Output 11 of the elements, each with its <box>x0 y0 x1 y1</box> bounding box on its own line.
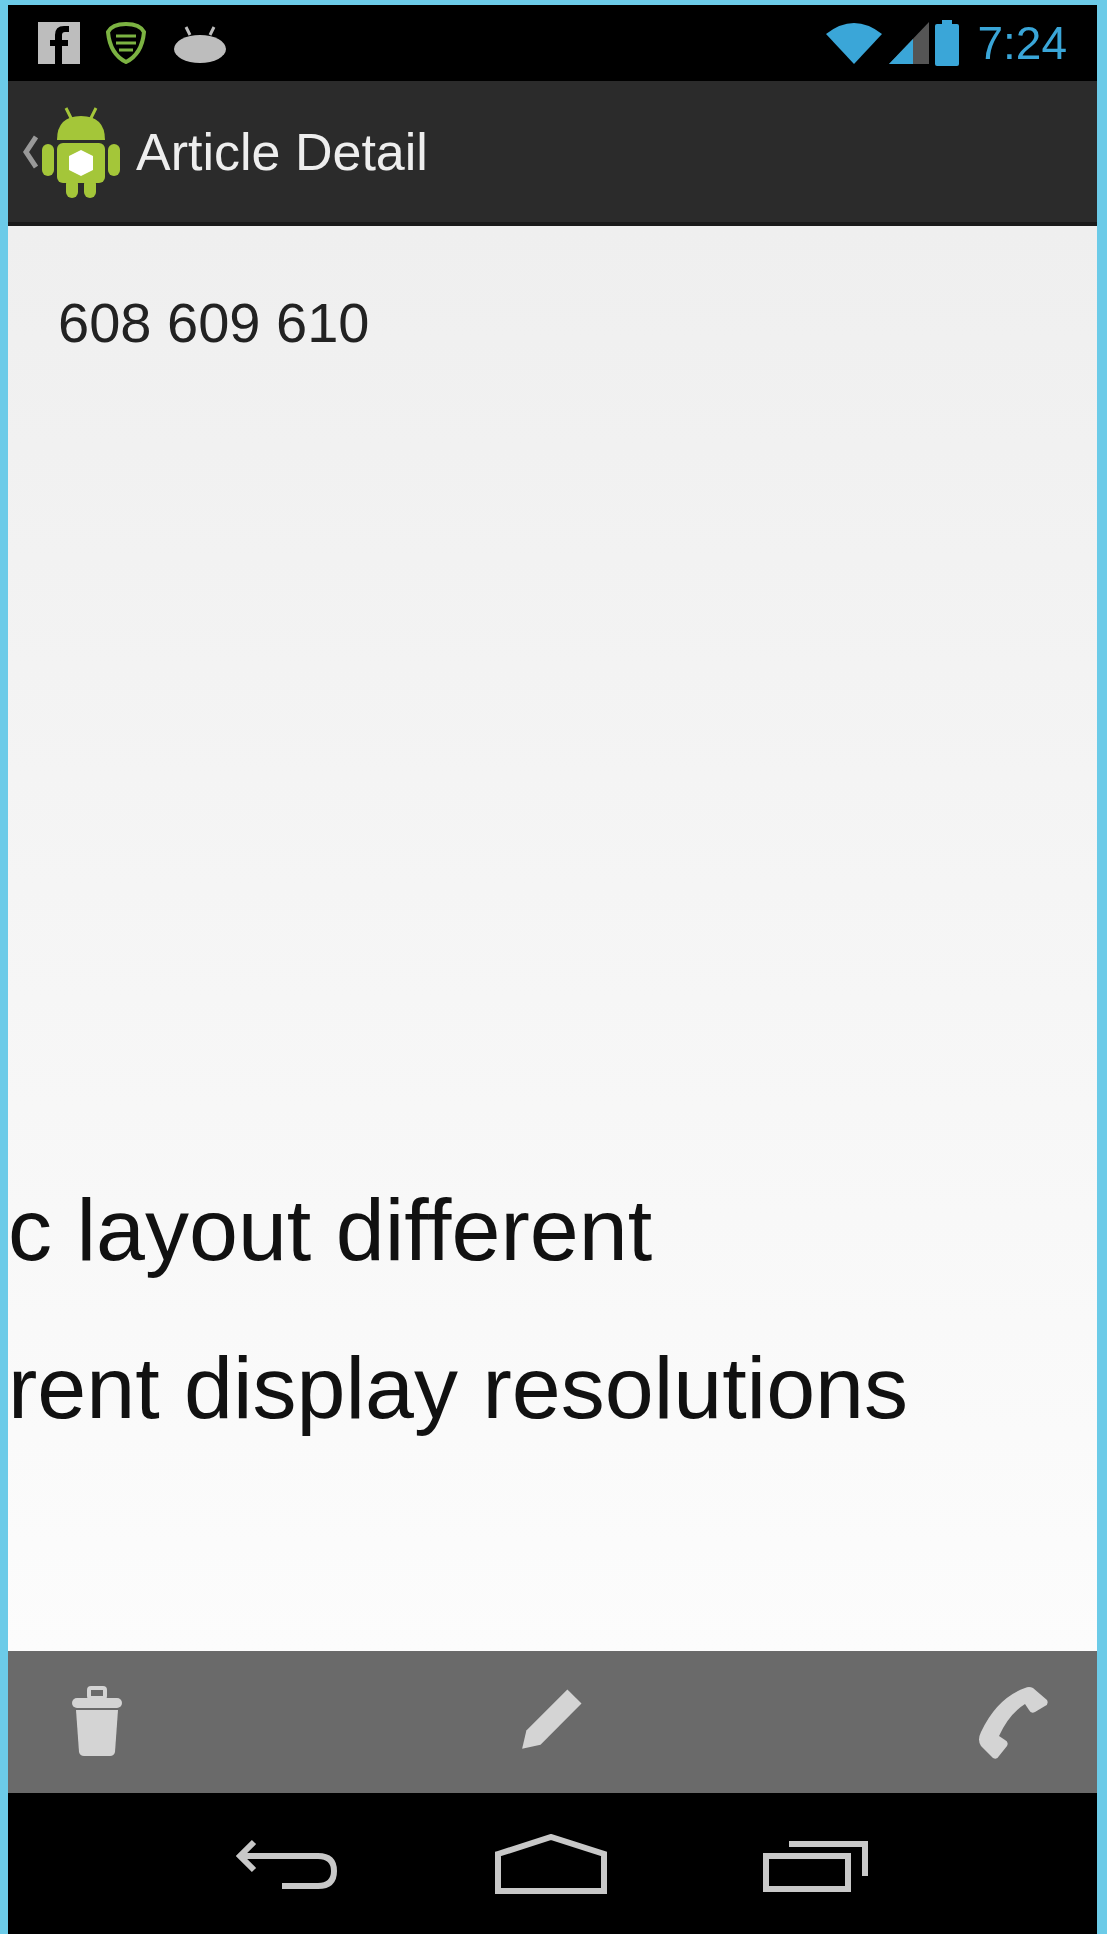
battery-icon <box>935 20 960 66</box>
screen-title: Article Detail <box>136 121 428 183</box>
home-icon[interactable] <box>495 1833 608 1894</box>
facebook-icon <box>38 22 80 64</box>
signal-icon <box>889 22 930 64</box>
caret-icon <box>22 134 38 169</box>
clock-time: 7:24 <box>977 20 1067 66</box>
wifi-icon <box>825 20 884 66</box>
shield-icon <box>106 22 146 64</box>
detail-text: 608 609 610 <box>58 291 370 354</box>
trash-icon[interactable] <box>70 1686 124 1758</box>
